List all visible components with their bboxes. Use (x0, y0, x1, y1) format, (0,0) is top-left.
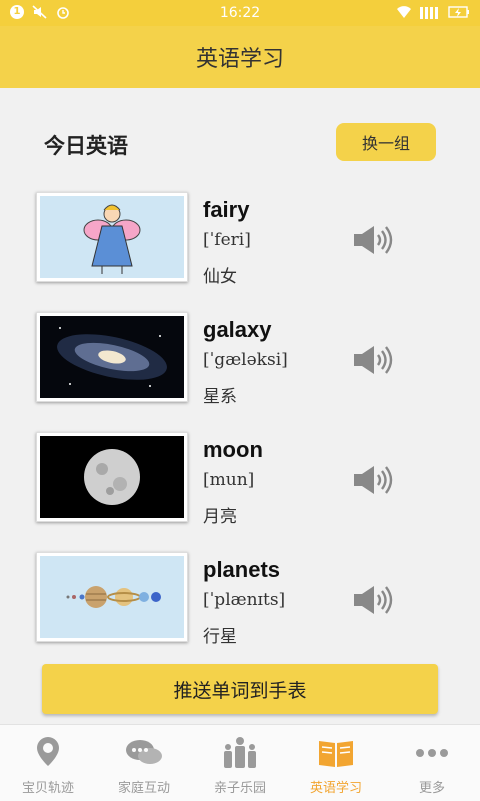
word-item: moon [mun] 月亮 (0, 432, 480, 552)
battery-icon (448, 6, 469, 18)
wifi-icon (397, 6, 411, 18)
more-dots-icon (416, 749, 448, 757)
chat-bubbles-icon (126, 740, 162, 764)
fairy-image (36, 192, 188, 282)
bottom-tab-bar: 宝贝轨迹 家庭互动 亲子乐园 英语学习 更多 (0, 724, 480, 801)
page-title: 英语学习 (195, 47, 284, 72)
word-text: fairy (203, 197, 250, 222)
tab-label: 英语学习 (309, 781, 362, 796)
word-phonetic: [ˈferi] (203, 230, 251, 250)
speaker-icon[interactable] (352, 224, 394, 256)
planets-image (36, 552, 188, 642)
main-content: 今日英语 换一组 fairy [ˈferi] 仙女 galaxy [ˈgælək… (0, 88, 480, 724)
location-pin-icon (37, 737, 59, 766)
tab-label: 家庭互动 (117, 781, 170, 796)
tab-baby-track[interactable]: 宝贝轨迹 (0, 725, 96, 801)
tab-label: 更多 (418, 781, 445, 796)
signal-icon (420, 7, 438, 19)
speaker-icon[interactable] (352, 344, 394, 376)
tab-english-learning[interactable]: 英语学习 (288, 725, 384, 801)
push-to-watch-button[interactable]: 推送单词到手表 (42, 664, 438, 714)
word-item: planets [ˈplænɪts] 行星 (0, 552, 480, 672)
section-title: 今日英语 (44, 134, 128, 158)
swap-group-button[interactable]: 换一组 (336, 123, 436, 161)
word-meaning: 仙女 (203, 267, 237, 287)
book-icon (319, 741, 353, 767)
galaxy-image (36, 312, 188, 402)
word-phonetic: [ˈplænɪts] (203, 590, 286, 610)
tab-family-interaction[interactable]: 家庭互动 (96, 725, 192, 801)
word-phonetic: [mun] (203, 470, 255, 490)
tab-more[interactable]: 更多 (384, 725, 480, 801)
tab-label: 宝贝轨迹 (21, 781, 74, 796)
word-meaning: 月亮 (203, 507, 237, 527)
speaker-icon[interactable] (352, 584, 394, 616)
word-item: galaxy [ˈgæləksi] 星系 (0, 312, 480, 432)
status-right-icons (396, 5, 472, 19)
word-meaning: 行星 (203, 627, 237, 647)
word-text: galaxy (203, 317, 272, 342)
word-meaning: 星系 (203, 387, 237, 407)
status-bar: 1 16:22 (0, 0, 480, 26)
speaker-icon[interactable] (352, 464, 394, 496)
word-item: fairy [ˈferi] 仙女 (0, 192, 480, 312)
app-header: 英语学习 (0, 26, 480, 88)
tab-label: 亲子乐园 (213, 781, 266, 796)
tab-parent-child-park[interactable]: 亲子乐园 (192, 725, 288, 801)
word-text: planets (203, 557, 281, 582)
moon-image (36, 432, 188, 522)
word-text: moon (203, 437, 263, 462)
family-icon (224, 737, 256, 768)
word-phonetic: [ˈgæləksi] (203, 350, 288, 370)
